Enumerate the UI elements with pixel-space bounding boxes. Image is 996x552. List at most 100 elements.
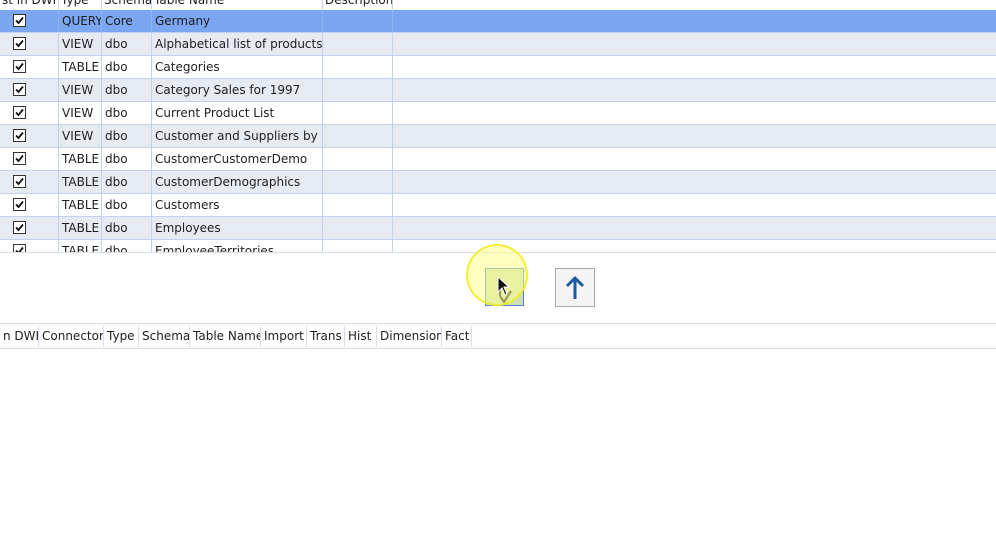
type-cell: VIEW xyxy=(59,33,102,55)
in-dwh-cell xyxy=(0,240,59,252)
table-row[interactable]: VIEW dbo Category Sales for 1997 xyxy=(0,79,996,102)
arrow-up-icon xyxy=(556,269,594,306)
grid-divider-bottom xyxy=(0,323,996,324)
in-dwh-checkbox[interactable] xyxy=(13,175,26,188)
header-trans[interactable]: Trans xyxy=(307,326,345,347)
description-cell xyxy=(323,33,393,55)
schema-cell: Core xyxy=(102,10,152,32)
header-connector[interactable]: Connector xyxy=(39,326,104,347)
checkmark-icon xyxy=(15,177,24,186)
description-cell xyxy=(323,194,393,216)
in-dwh-checkbox[interactable] xyxy=(13,14,26,27)
description-cell xyxy=(323,240,393,252)
table-row[interactable]: TABLE dbo Employees xyxy=(0,217,996,240)
table-row[interactable]: TABLE dbo Customers xyxy=(0,194,996,217)
in-dwh-cell xyxy=(0,33,59,55)
in-dwh-cell xyxy=(0,102,59,124)
checkmark-icon xyxy=(15,108,24,117)
header-hist[interactable]: Hist xyxy=(345,326,377,347)
schema-cell: dbo xyxy=(102,102,152,124)
checkmark-icon xyxy=(15,62,24,71)
table-row[interactable]: QUERY Core Germany xyxy=(0,10,996,33)
source-tables-grid: st in DWH Type Schema Table Name Descrip… xyxy=(0,0,996,252)
type-cell: TABLE xyxy=(59,56,102,78)
header-schema-bottom[interactable]: Schema xyxy=(139,326,190,347)
in-dwh-checkbox[interactable] xyxy=(13,198,26,211)
type-cell: VIEW xyxy=(59,125,102,147)
header-type[interactable]: Type xyxy=(59,0,102,9)
mouse-cursor-icon xyxy=(497,275,511,296)
description-cell xyxy=(323,79,393,101)
type-cell: TABLE xyxy=(59,217,102,239)
checkmark-icon xyxy=(15,246,24,252)
checkmark-icon xyxy=(15,85,24,94)
schema-cell: dbo xyxy=(102,56,152,78)
in-dwh-checkbox[interactable] xyxy=(13,83,26,96)
move-up-button[interactable] xyxy=(555,268,595,307)
table-name-cell: Customers xyxy=(152,194,323,216)
description-cell xyxy=(323,125,393,147)
type-cell: TABLE xyxy=(59,148,102,170)
table-name-cell: Customer and Suppliers by City xyxy=(152,125,323,147)
in-dwh-cell xyxy=(0,194,59,216)
type-cell: QUERY xyxy=(59,10,102,32)
header-type-bottom[interactable]: Type xyxy=(104,326,139,347)
in-dwh-cell xyxy=(0,217,59,239)
in-dwh-checkbox[interactable] xyxy=(13,106,26,119)
table-name-cell: CustomerCustomerDemo xyxy=(152,148,323,170)
in-dwh-checkbox[interactable] xyxy=(13,60,26,73)
checkmark-icon xyxy=(15,39,24,48)
checkmark-icon xyxy=(15,16,24,25)
header-import[interactable]: Import xyxy=(261,326,307,347)
in-dwh-checkbox[interactable] xyxy=(13,221,26,234)
type-cell: TABLE xyxy=(59,194,102,216)
in-dwh-checkbox[interactable] xyxy=(13,37,26,50)
in-dwh-checkbox[interactable] xyxy=(13,129,26,142)
table-row[interactable]: VIEWdboCustomer and Suppliers by City xyxy=(0,125,996,148)
table-row[interactable]: TABLE dbo Categories xyxy=(0,56,996,79)
header-fact[interactable]: Fact xyxy=(442,326,472,347)
schema-cell: dbo xyxy=(102,148,152,170)
table-name-cell: Germany xyxy=(152,10,323,32)
description-cell xyxy=(323,217,393,239)
in-dwh-cell xyxy=(0,79,59,101)
table-row[interactable]: TABLE dbo CustomerCustomerDemo xyxy=(0,148,996,171)
checkmark-icon xyxy=(15,200,24,209)
table-row[interactable]: TABLE dbo CustomerDemographics xyxy=(0,171,996,194)
in-dwh-cell xyxy=(0,56,59,78)
table-name-cell: Alphabetical list of products xyxy=(152,33,323,55)
header-table-name-bottom[interactable]: Table Name xyxy=(190,326,261,347)
table-name-cell: EmployeeTerritories xyxy=(152,240,323,252)
schema-cell: dbo xyxy=(102,125,152,147)
schema-cell: dbo xyxy=(102,171,152,193)
in-dwh-cell xyxy=(0,10,59,32)
schema-cell: dbo xyxy=(102,194,152,216)
description-cell xyxy=(323,171,393,193)
dwh-tables-grid-body xyxy=(0,349,996,552)
in-dwh-checkbox[interactable] xyxy=(13,152,26,165)
in-dwh-cell xyxy=(0,171,59,193)
header-in-dwh[interactable]: st in DWH xyxy=(0,0,59,9)
table-row[interactable]: VIEW dbo Current Product List xyxy=(0,102,996,125)
schema-cell: dbo xyxy=(102,33,152,55)
cursor-highlight xyxy=(466,244,528,306)
type-cell: VIEW xyxy=(59,79,102,101)
header-table-name[interactable]: Table Name xyxy=(152,0,323,9)
header-dimension[interactable]: Dimension xyxy=(377,326,442,347)
in-dwh-checkbox[interactable] xyxy=(13,244,26,252)
header-schema[interactable]: Schema xyxy=(102,0,152,9)
type-cell: TABLE xyxy=(59,171,102,193)
table-name-cell: Categories xyxy=(152,56,323,78)
checkmark-icon xyxy=(15,154,24,163)
header-description[interactable]: Description xyxy=(323,0,393,9)
source-grid-header: st in DWH Type Schema Table Name Descrip… xyxy=(0,0,996,9)
table-name-cell: Current Product List xyxy=(152,102,323,124)
table-name-cell: Employees xyxy=(152,217,323,239)
table-name-cell: Category Sales for 1997 xyxy=(152,79,323,101)
table-row[interactable]: VIEW dbo Alphabetical list of products xyxy=(0,33,996,56)
header-in-dwh-bottom[interactable]: n DWH xyxy=(0,326,39,347)
in-dwh-cell xyxy=(0,125,59,147)
description-cell xyxy=(323,102,393,124)
schema-cell: dbo xyxy=(102,79,152,101)
description-cell xyxy=(323,56,393,78)
